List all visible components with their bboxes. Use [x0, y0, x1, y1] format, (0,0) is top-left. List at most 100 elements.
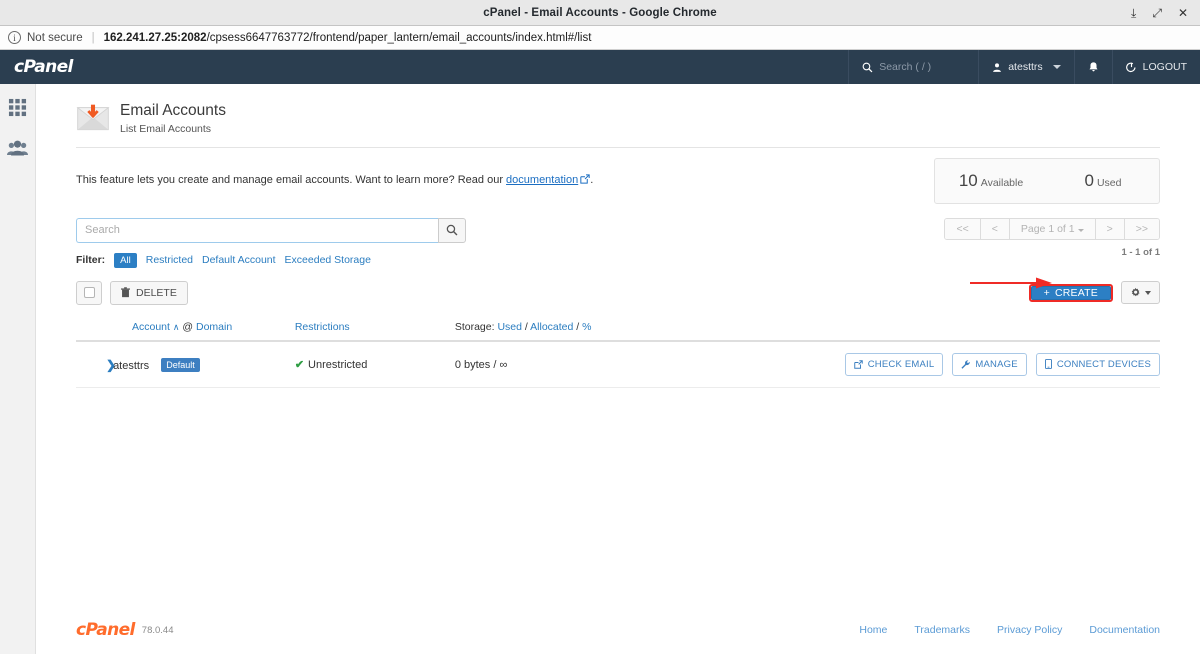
filter-label: Filter:: [76, 254, 106, 267]
connect-devices-button[interactable]: CONNECT DEVICES: [1035, 352, 1160, 376]
default-badge: Default: [161, 357, 200, 372]
column-storage-percent[interactable]: %: [582, 321, 591, 333]
tools-row: Filter: All Restricted Default Account E…: [36, 204, 1200, 268]
cpanel-logo[interactable]: cPanel: [0, 57, 73, 77]
table-header-row: Account ∧ @ Domain Restrictions Storage:…: [76, 314, 1160, 342]
app-body: Email Accounts List Email Accounts This …: [0, 84, 1200, 654]
search-input[interactable]: [76, 217, 438, 243]
page-select[interactable]: Page 1 of 1: [1009, 218, 1096, 239]
available-value: 10: [958, 170, 978, 190]
filter-restricted[interactable]: Restricted: [146, 254, 193, 266]
column-at-symbol: @: [182, 320, 194, 333]
cell-storage: 0 bytes / ∞: [454, 340, 710, 389]
page-first-button[interactable]: <<: [945, 218, 981, 239]
table-row: ❯ atesttrs Default ✔ Unrestricted 0 bytes…: [76, 340, 1160, 389]
url-host: 162.241.27.25:2082: [103, 31, 207, 44]
browser-title-bar: cPanel - Email Accounts - Google Chrome …: [0, 0, 1200, 26]
column-storage-prefix: Storage:: [454, 320, 495, 333]
sidebar-item-apps[interactable]: [8, 98, 27, 122]
search-icon: [446, 225, 458, 236]
column-account-label: Account: [132, 320, 170, 333]
pagination-controls: << < Page 1 of 1 > >>: [944, 217, 1160, 240]
info-icon[interactable]: i: [8, 31, 21, 44]
logout-icon: [1125, 62, 1136, 72]
check-email-button[interactable]: CHECK EMAIL: [844, 353, 944, 377]
chevron-down-icon: [1077, 228, 1084, 232]
column-storage-used[interactable]: Used: [497, 321, 522, 333]
user-menu[interactable]: atesttrs: [978, 50, 1073, 84]
checkbox-square-icon: [83, 287, 95, 299]
column-actions: [709, 314, 1160, 342]
filter-default-account[interactable]: Default Account: [202, 254, 276, 266]
left-sidebar: [0, 84, 36, 654]
header-nav: Search ( / ) atesttrs LOGOUT: [848, 50, 1200, 84]
column-storage-allocated[interactable]: Allocated: [530, 321, 573, 333]
mobile-icon: [1044, 359, 1052, 370]
column-storage: Storage: Used / Allocated / %: [454, 314, 710, 342]
sort-asc-icon: ∧: [172, 321, 180, 332]
url-separator: |: [91, 31, 95, 44]
footer-link-privacy-policy[interactable]: Privacy Policy: [997, 624, 1062, 636]
page-header: Email Accounts List Email Accounts: [36, 96, 1200, 145]
footer-logo: cPanel: [76, 620, 135, 640]
filter-all[interactable]: All: [114, 252, 137, 268]
used-label: Used: [1096, 176, 1122, 189]
page-last-button[interactable]: >>: [1124, 218, 1159, 239]
manage-label: MANAGE: [975, 359, 1018, 371]
maximize-icon[interactable]: ⤢: [1152, 7, 1162, 19]
footer-link-documentation[interactable]: Documentation: [1089, 624, 1160, 636]
url-path: /cpsess6647763772/frontend/paper_lantern…: [206, 31, 592, 44]
cpanel-header: cPanel Search ( / ) atesttrs LOGOUT: [0, 50, 1200, 84]
wrench-icon: [961, 360, 971, 370]
logout-button[interactable]: LOGOUT: [1111, 50, 1200, 84]
red-pointer-arrow: [970, 277, 1052, 289]
footer-links: Home Trademarks Privacy Policy Documenta…: [859, 624, 1160, 636]
accounts-table: Account ∧ @ Domain Restrictions Storage:…: [76, 314, 1160, 389]
cell-row-actions: CHECK EMAIL MANAGE CONNECT DEVICES: [709, 340, 1160, 389]
delete-button[interactable]: DELETE: [110, 280, 188, 305]
sidebar-item-users[interactable]: [7, 140, 28, 161]
footer-version: 78.0.44: [141, 624, 174, 636]
notifications-button[interactable]: [1073, 50, 1112, 84]
storage-sep-2: /: [576, 320, 580, 333]
manage-button[interactable]: MANAGE: [952, 353, 1027, 377]
url-text: 162.241.27.25:2082/cpsess6647763772/fron…: [104, 32, 592, 44]
storage-sep-1: /: [524, 320, 528, 333]
filter-exceeded-storage[interactable]: Exceeded Storage: [285, 254, 371, 266]
chevron-down-icon: [1145, 290, 1151, 295]
accounts-table-wrap: Account ∧ @ Domain Restrictions Storage:…: [36, 305, 1200, 389]
settings-menu-button[interactable]: [1121, 281, 1160, 305]
page-label: Page 1 of 1: [1020, 222, 1075, 235]
header-search[interactable]: Search ( / ): [848, 50, 978, 84]
page-prev-button[interactable]: <: [980, 218, 1010, 239]
page-title: Email Accounts: [120, 102, 226, 119]
page-next-button[interactable]: >: [1095, 218, 1125, 239]
page-footer: cPanel 78.0.44 Home Trademarks Privacy P…: [36, 606, 1200, 654]
cell-restrictions: ✔ Unrestricted: [294, 340, 455, 389]
delete-label: DELETE: [136, 286, 177, 299]
used-value: 0: [1084, 170, 1094, 190]
trash-icon: [121, 287, 130, 298]
table-head: Account ∧ @ Domain Restrictions Storage:…: [76, 314, 1160, 342]
expand-row-icon[interactable]: ❯: [76, 358, 116, 372]
header-search-placeholder: Search ( / ): [879, 61, 932, 73]
column-restrictions[interactable]: Restrictions: [294, 314, 455, 342]
page-subtitle: List Email Accounts: [120, 122, 212, 135]
security-status: Not secure: [27, 31, 83, 44]
intro-text-after: .: [590, 173, 594, 186]
footer-link-home[interactable]: Home: [859, 624, 887, 636]
window-title: cPanel - Email Accounts - Google Chrome: [483, 6, 717, 19]
minimize-icon[interactable]: ⤓: [1131, 7, 1136, 19]
close-icon[interactable]: ✕: [1178, 7, 1188, 19]
column-account[interactable]: Account ∧ @ Domain: [76, 314, 295, 342]
logout-label: LOGOUT: [1142, 61, 1187, 73]
column-domain-label: Domain: [195, 320, 233, 333]
select-all-checkbox[interactable]: [76, 280, 102, 305]
search-submit-button[interactable]: [438, 217, 466, 243]
check-email-label: CHECK EMAIL: [867, 359, 935, 371]
column-restrictions-label: Restrictions: [294, 320, 350, 333]
documentation-link[interactable]: documentation: [506, 174, 578, 186]
browser-url-bar[interactable]: i Not secure | 162.241.27.25:2082/cpsess…: [0, 26, 1200, 50]
footer-link-trademarks[interactable]: Trademarks: [914, 624, 970, 636]
restriction-value: Unrestricted: [308, 359, 368, 372]
